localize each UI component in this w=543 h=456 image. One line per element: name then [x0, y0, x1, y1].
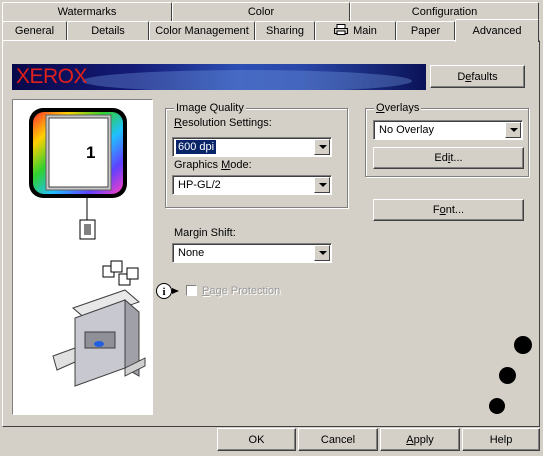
edit-overlay-button[interactable]: Ed i t... — [373, 147, 524, 169]
defaults-button[interactable]: De faults — [430, 65, 525, 88]
graphics-mode-dropdown-arrow-icon[interactable] — [314, 177, 330, 193]
callout-marker — [499, 367, 516, 384]
page-preview-frame — [29, 108, 127, 198]
tab-color-management[interactable]: Color Management — [149, 21, 255, 41]
apply-button[interactable]: Apply — [380, 428, 460, 451]
brand-banner: XEROX — [12, 64, 426, 90]
tab-color[interactable]: Color — [172, 2, 350, 22]
apply-access-key: A — [406, 433, 414, 446]
tab-watermarks[interactable]: Watermarks — [2, 2, 172, 22]
tab-page-advanced: XEROX De faults 1 Image Quality Resoluti… — [2, 40, 540, 427]
graphics-mode-label-pre: Graphics — [174, 159, 222, 171]
page-protection-label: Page Protection — [202, 285, 280, 298]
font-label-pre: F — [432, 204, 440, 216]
defaults-label-pre: D — [457, 70, 466, 83]
tab-sharing[interactable]: Sharing — [255, 21, 315, 41]
margin-shift-select[interactable]: None — [172, 243, 332, 263]
tab-details[interactable]: Details — [67, 21, 149, 41]
resolution-value: 600 dpi — [176, 140, 217, 154]
font-label-post: nt... — [445, 204, 465, 216]
preview-page-number: 1 — [86, 143, 96, 162]
font-button[interactable]: Fo nt... — [373, 199, 524, 221]
banner-swoosh — [82, 70, 412, 90]
output-pages-icon — [102, 260, 139, 286]
ok-button[interactable]: OK — [217, 428, 296, 451]
defaults-label-post: faults — [471, 70, 498, 83]
overlays-group-label: Overlays — [374, 102, 422, 115]
page-protection-label-text: age Protection — [209, 285, 281, 297]
overlay-dropdown-arrow-icon[interactable] — [505, 122, 521, 138]
svg-text:i: i — [162, 286, 165, 298]
resolution-access-key: R — [174, 117, 182, 129]
printer-properties-dialog: Watermarks Color Configuration General D… — [0, 0, 543, 456]
resolution-select[interactable]: 600 dpi — [172, 137, 332, 157]
image-quality-group-label: Image Quality — [174, 102, 246, 115]
preview-graphic — [29, 108, 146, 387]
graphics-mode-access-key: M — [221, 159, 231, 171]
tab-paper[interactable]: Paper — [396, 21, 455, 41]
overlays-label-text: verlays — [384, 102, 420, 114]
tab-general[interactable]: General — [2, 21, 67, 41]
tab-main-label: Main — [353, 25, 377, 37]
cancel-button[interactable]: Cancel — [298, 428, 378, 451]
copier-icon — [52, 289, 146, 387]
callout-marker — [514, 336, 532, 354]
page-protection-checkbox[interactable] — [186, 285, 197, 296]
info-icon[interactable]: i — [156, 282, 184, 300]
graphics-mode-label-post: ode: — [230, 159, 252, 171]
margin-shift-label: Margin Shift: — [174, 227, 236, 239]
graphics-mode-value: HP-GL/2 — [178, 179, 221, 191]
edit-label-post: t... — [450, 152, 463, 164]
resolution-label-text: esolution Settings: — [181, 117, 272, 129]
resolution-dropdown-arrow-icon[interactable] — [314, 139, 330, 155]
margin-shift-value: None — [178, 247, 205, 259]
printer-glyph-icon — [334, 23, 349, 35]
overlay-select[interactable]: No Overlay — [373, 120, 523, 140]
edit-label-pre: Ed — [434, 152, 448, 164]
brand-logo: XEROX — [16, 65, 88, 88]
tab-row-2: General Details Color Management Sharing… — [0, 19, 543, 42]
graphics-mode-label: Graphics Mode: — [174, 159, 252, 172]
tab-advanced[interactable]: Advanced — [455, 19, 539, 42]
graphics-mode-select[interactable]: HP-GL/2 — [172, 175, 332, 195]
preview-pane: 1 — [12, 99, 153, 415]
resolution-settings-label: Resolution Settings: — [174, 117, 272, 130]
tab-main[interactable]: Main — [315, 21, 396, 41]
margin-shift-dropdown-arrow-icon[interactable] — [314, 245, 330, 261]
stapler-icon — [79, 219, 96, 240]
overlay-value: No Overlay — [379, 124, 435, 136]
overlays-access-key: O — [376, 102, 385, 114]
help-button[interactable]: Help — [462, 428, 540, 451]
callout-marker — [489, 398, 505, 414]
apply-label-text: pply — [413, 433, 434, 446]
